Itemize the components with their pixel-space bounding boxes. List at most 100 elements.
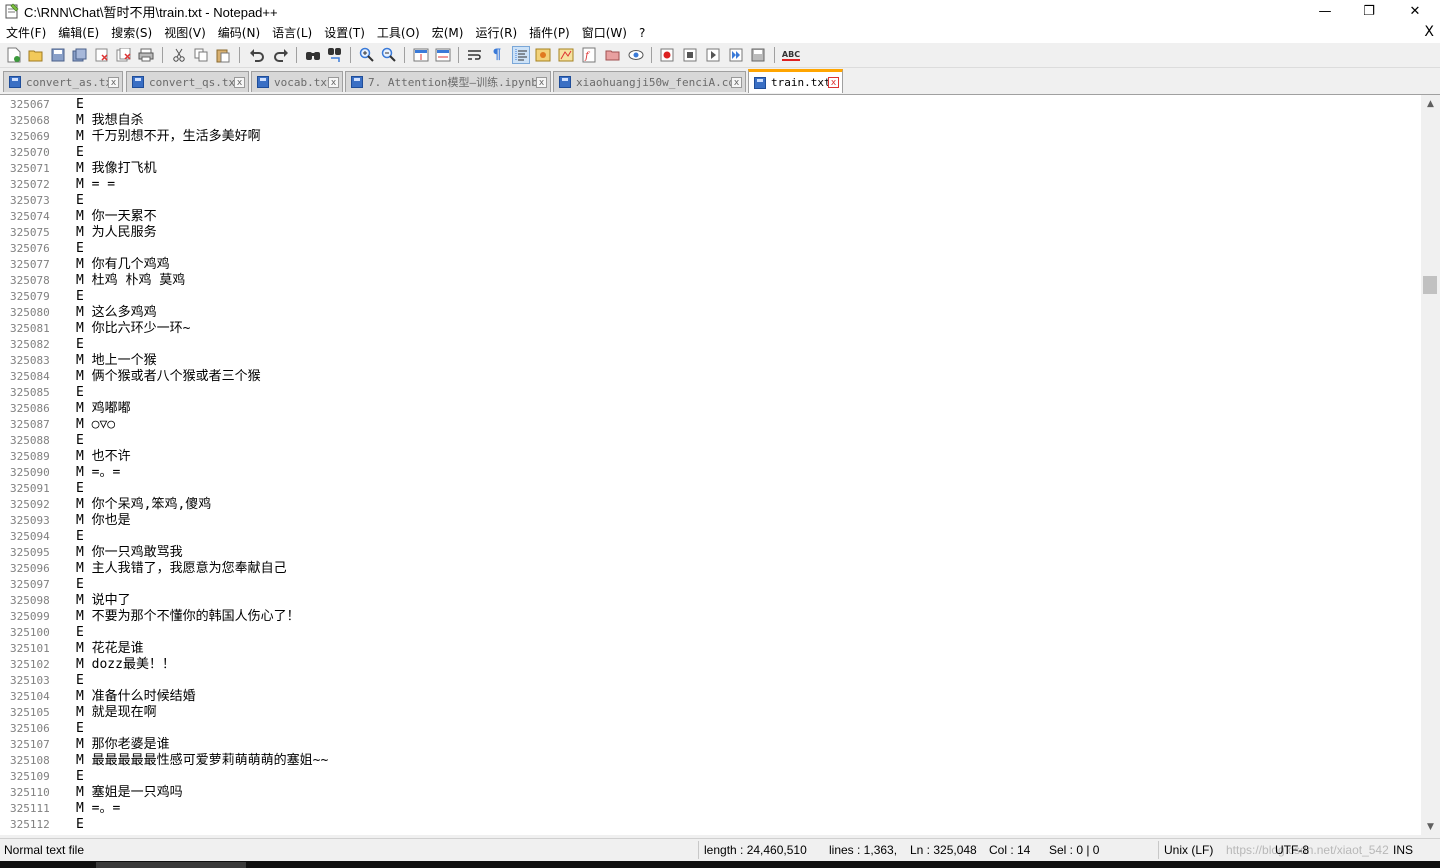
editor-line[interactable]: 325094 E <box>0 529 1418 545</box>
line-text[interactable]: M 花花是谁 <box>76 641 144 657</box>
editor-line[interactable]: 325069 M 千万别想不开，生活多美好啊 <box>0 129 1418 145</box>
maximize-button[interactable]: ❐ <box>1346 0 1392 22</box>
user-language-icon[interactable] <box>534 46 552 64</box>
menu-settings[interactable]: 设置(T) <box>318 24 371 41</box>
save-all-icon[interactable] <box>71 46 89 64</box>
editor-line[interactable]: 325071 M 我像打飞机 <box>0 161 1418 177</box>
line-text[interactable]: E <box>76 817 84 833</box>
line-text[interactable]: M 为人民服务 <box>76 225 157 241</box>
menu-language[interactable]: 语言(L) <box>266 24 318 41</box>
line-text[interactable]: M 主人我错了，我愿意为您奉献自己 <box>76 561 287 577</box>
line-text[interactable]: M ○▽○ <box>76 417 115 433</box>
tab-close-icon[interactable]: x <box>234 76 245 88</box>
line-text[interactable]: E <box>76 97 84 113</box>
line-text[interactable]: E <box>76 337 84 353</box>
sync-vertical-icon[interactable] <box>412 46 430 64</box>
editor-line[interactable]: 325075 M 为人民服务 <box>0 225 1418 241</box>
scrollbar-thumb[interactable] <box>1423 276 1437 294</box>
close-all-icon[interactable] <box>115 46 133 64</box>
line-text[interactable]: M 地上一个猴 <box>76 353 157 369</box>
show-all-chars-icon[interactable]: ¶ <box>488 46 506 64</box>
close-document-button[interactable]: X <box>1424 24 1434 40</box>
line-text[interactable]: M 鸡嘟嘟 <box>76 401 131 417</box>
minimize-button[interactable]: — <box>1302 0 1348 22</box>
redo-icon[interactable] <box>272 46 290 64</box>
line-text[interactable]: M 俩个猴或者八个猴或者三个猴 <box>76 369 261 385</box>
editor-line[interactable]: 325083 M 地上一个猴 <box>0 353 1418 369</box>
editor-line[interactable]: 325068 M 我想自杀 <box>0 113 1418 129</box>
scroll-up-icon[interactable]: ▲ <box>1421 95 1440 112</box>
menu-view[interactable]: 视图(V) <box>158 24 212 41</box>
copy-icon[interactable] <box>192 46 210 64</box>
line-text[interactable]: M 千万别想不开，生活多美好啊 <box>76 129 261 145</box>
record-macro-icon[interactable] <box>658 46 676 64</box>
line-text[interactable]: M =。= <box>76 465 120 481</box>
line-text[interactable]: M 最最最最最性感可爱萝莉萌萌萌的塞姐~~ <box>76 753 328 769</box>
editor-line[interactable]: 325112 E <box>0 817 1418 833</box>
line-text[interactable]: M 你也是 <box>76 513 131 529</box>
editor-line[interactable]: 325095 M 你一只鸡敢骂我 <box>0 545 1418 561</box>
stop-macro-icon[interactable] <box>681 46 699 64</box>
paste-icon[interactable] <box>214 46 232 64</box>
editor-line[interactable]: 325100 E <box>0 625 1418 641</box>
line-text[interactable]: M 这么多鸡鸡 <box>76 305 157 321</box>
menu-search[interactable]: 搜索(S) <box>105 24 158 41</box>
line-text[interactable]: M 那你老婆是谁 <box>76 737 170 753</box>
close-icon[interactable] <box>93 46 111 64</box>
line-text[interactable]: E <box>76 673 84 689</box>
line-text[interactable]: M 准备什么时候结婚 <box>76 689 196 705</box>
line-text[interactable]: M 杜鸡 朴鸡 莫鸡 <box>76 273 185 289</box>
editor-line[interactable]: 325090 M =。= <box>0 465 1418 481</box>
editor-line[interactable]: 325109 E <box>0 769 1418 785</box>
line-text[interactable]: E <box>76 241 84 257</box>
editor-line[interactable]: 325074 M 你一天累不 <box>0 209 1418 225</box>
line-text[interactable]: E <box>76 625 84 641</box>
tab-close-icon[interactable]: x <box>108 76 119 88</box>
run-macro-multiple-icon[interactable] <box>727 46 745 64</box>
line-text[interactable]: E <box>76 721 84 737</box>
editor-line[interactable]: 325099 M 不要为那个不懂你的韩国人伤心了！ <box>0 609 1418 625</box>
line-text[interactable]: M 你有几个鸡鸡 <box>76 257 170 273</box>
tab-vocab[interactable]: vocab.txt x <box>251 71 343 92</box>
editor-line[interactable]: 325070 E <box>0 145 1418 161</box>
tab-close-icon[interactable]: x <box>536 76 547 88</box>
editor-line[interactable]: 325102 M dozz最美！！ <box>0 657 1418 673</box>
word-wrap-icon[interactable] <box>466 46 484 64</box>
line-text[interactable]: M 我像打飞机 <box>76 161 157 177</box>
line-text[interactable]: M 你比六环少一环~ <box>76 321 190 337</box>
menu-encoding[interactable]: 编码(N) <box>212 24 266 41</box>
line-text[interactable]: E <box>76 289 84 305</box>
taskbar-button[interactable] <box>96 862 246 868</box>
editor-line[interactable]: 325101 M 花花是谁 <box>0 641 1418 657</box>
editor[interactable]: 325067 E 325068 M 我想自杀 325069 M 千万别想不开，生活多美好啊… <box>0 95 1421 835</box>
line-text[interactable]: M = = <box>76 177 115 193</box>
open-file-icon[interactable] <box>27 46 45 64</box>
line-text[interactable]: M 你一只鸡敢骂我 <box>76 545 183 561</box>
folder-workspace-icon[interactable] <box>604 46 622 64</box>
editor-line[interactable]: 325088 E <box>0 433 1418 449</box>
editor-line[interactable]: 325107 M 那你老婆是谁 <box>0 737 1418 753</box>
close-window-button[interactable]: ✕ <box>1392 0 1438 22</box>
editor-line[interactable]: 325104 M 准备什么时候结婚 <box>0 689 1418 705</box>
editor-line[interactable]: 325076 E <box>0 241 1418 257</box>
line-text[interactable]: E <box>76 577 84 593</box>
tab-xiaohuangji[interactable]: xiaohuangji50w_fenciA.conv x <box>553 71 746 92</box>
menu-window[interactable]: 窗口(W) <box>576 24 633 41</box>
editor-line[interactable]: 325105 M 就是现在啊 <box>0 705 1418 721</box>
vertical-scrollbar[interactable]: ▲ ▼ <box>1421 95 1440 835</box>
line-text[interactable]: M 就是现在啊 <box>76 705 157 721</box>
find-icon[interactable] <box>304 46 322 64</box>
editor-line[interactable]: 325103 E <box>0 673 1418 689</box>
editor-line[interactable]: 325080 M 这么多鸡鸡 <box>0 305 1418 321</box>
menu-help[interactable]: ? <box>633 26 651 40</box>
replace-icon[interactable] <box>326 46 344 64</box>
editor-line[interactable]: 325106 E <box>0 721 1418 737</box>
function-list-icon[interactable]: f <box>580 46 598 64</box>
line-text[interactable]: M 不要为那个不懂你的韩国人伤心了！ <box>76 609 300 625</box>
editor-line[interactable]: 325085 E <box>0 385 1418 401</box>
cut-icon[interactable] <box>170 46 188 64</box>
line-text[interactable]: E <box>76 769 84 785</box>
line-text[interactable]: M 塞姐是一只鸡吗 <box>76 785 183 801</box>
line-text[interactable]: E <box>76 529 84 545</box>
tab-attention-notebook[interactable]: 7. Attention模型—训练.ipynb x <box>345 71 551 92</box>
